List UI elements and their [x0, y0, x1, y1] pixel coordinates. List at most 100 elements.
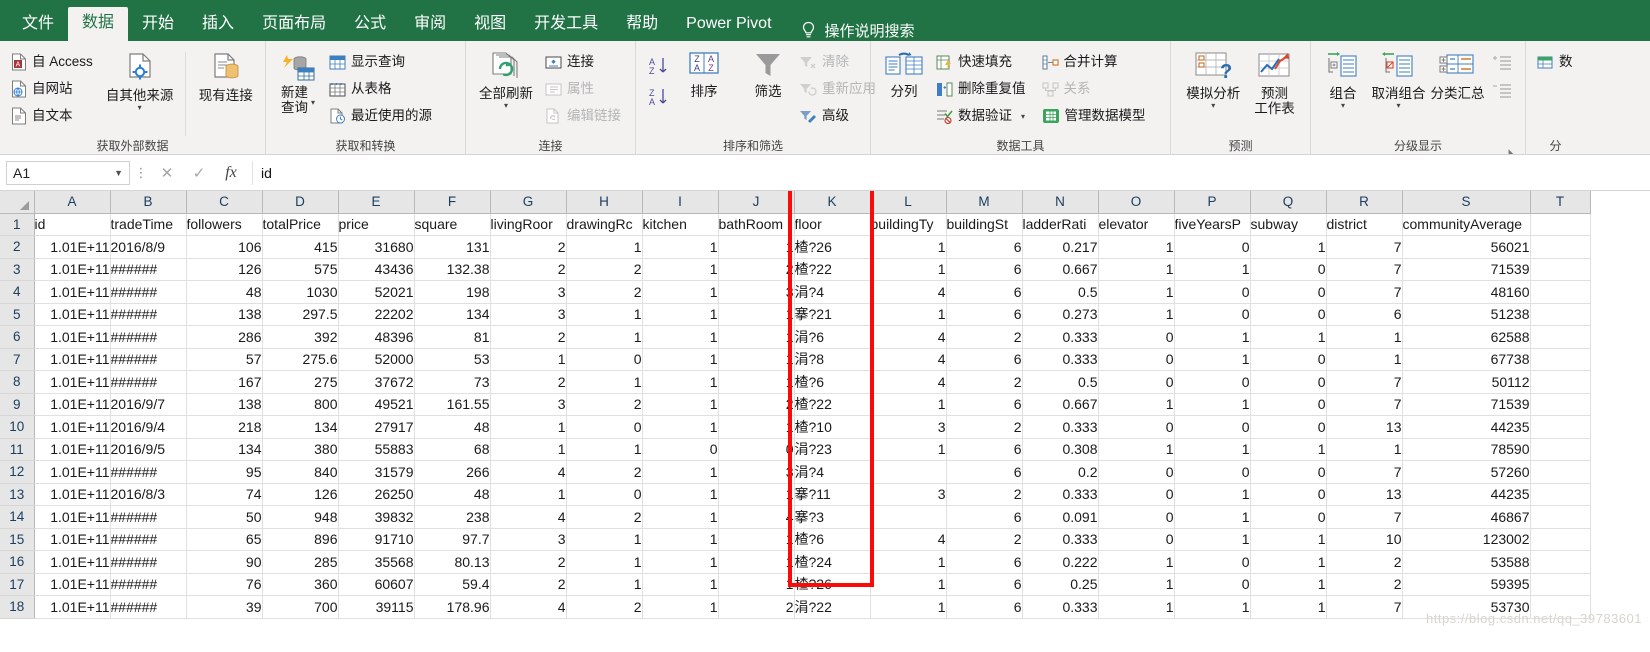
cell-F13[interactable]: 48 — [414, 483, 491, 506]
cell-J17[interactable]: 1 — [718, 573, 795, 596]
cell-K4[interactable]: 涓?4 — [794, 280, 871, 304]
cell-S11[interactable]: 78590 — [1402, 438, 1531, 461]
cell-K10[interactable]: 楂?10 — [794, 415, 871, 439]
cell-H12[interactable]: 2 — [566, 460, 643, 484]
cell-I17[interactable]: 1 — [642, 573, 719, 596]
cell-M11[interactable]: 6 — [946, 438, 1023, 461]
cell-N5[interactable]: 0.273 — [1022, 303, 1099, 326]
cell-D12[interactable]: 840 — [262, 460, 339, 484]
cell-C14[interactable]: 50 — [186, 505, 263, 529]
clear-filter-button[interactable]: 清除 — [796, 50, 879, 74]
cell-A9[interactable]: 1.01E+11 — [34, 393, 111, 416]
properties-button[interactable]: 属性 — [542, 77, 624, 101]
cell-D4[interactable]: 1030 — [262, 280, 339, 304]
cell-K3[interactable]: 楂?22 — [794, 258, 871, 281]
ungroup-button[interactable]: 取消组合 ▾ — [1369, 48, 1428, 110]
cell-B13[interactable]: 2016/8/3 — [110, 483, 187, 506]
flash-fill-button[interactable]: 快速填充 — [933, 50, 1029, 74]
cell-S16[interactable]: 53588 — [1402, 550, 1531, 574]
cell-K13[interactable]: 搴?11 — [794, 483, 871, 506]
cell-R18[interactable]: 7 — [1326, 595, 1403, 619]
cell-Q17[interactable]: 1 — [1250, 573, 1327, 596]
cell-F6[interactable]: 81 — [414, 325, 491, 349]
select-all-corner[interactable] — [0, 191, 35, 214]
cell-M1[interactable]: buildingSt — [946, 213, 1023, 236]
cell-L6[interactable]: 4 — [870, 325, 947, 349]
cell-L17[interactable]: 1 — [870, 573, 947, 596]
cell-T17[interactable] — [1530, 573, 1591, 596]
cell-J12[interactable]: 3 — [718, 460, 795, 484]
cell-L2[interactable]: 1 — [870, 235, 947, 259]
cell-G12[interactable]: 4 — [490, 460, 567, 484]
cell-E6[interactable]: 48396 — [338, 325, 415, 349]
edit-links-button[interactable]: 编辑链接 — [542, 104, 624, 128]
cell-Q10[interactable]: 0 — [1250, 415, 1327, 439]
cell-F2[interactable]: 131 — [414, 235, 491, 259]
column-header-L[interactable]: L — [870, 191, 947, 214]
cell-E14[interactable]: 39832 — [338, 505, 415, 529]
cell-Q3[interactable]: 0 — [1250, 258, 1327, 281]
cell-B17[interactable]: ###### — [110, 573, 187, 596]
sort-dialog-button[interactable]: Z A A Z 排序 — [678, 48, 730, 99]
cell-N14[interactable]: 0.091 — [1022, 505, 1099, 529]
cell-Q6[interactable]: 1 — [1250, 325, 1327, 349]
cell-C7[interactable]: 57 — [186, 348, 263, 371]
cell-E16[interactable]: 35568 — [338, 550, 415, 574]
cell-O10[interactable]: 0 — [1098, 415, 1175, 439]
cell-G1[interactable]: livingRoor — [490, 213, 567, 236]
cell-I13[interactable]: 1 — [642, 483, 719, 506]
cell-A16[interactable]: 1.01E+11 — [34, 550, 111, 574]
chevron-down-icon[interactable]: ▾ — [1211, 102, 1215, 110]
ribbon-tab-3[interactable]: 插入 — [188, 8, 248, 41]
column-header-B[interactable]: B — [110, 191, 187, 214]
row-header-9[interactable]: 9 — [0, 393, 35, 416]
row-header-4[interactable]: 4 — [0, 280, 35, 304]
cell-H7[interactable]: 0 — [566, 348, 643, 371]
cell-F3[interactable]: 132.38 — [414, 258, 491, 281]
cell-M7[interactable]: 6 — [946, 348, 1023, 371]
cell-N10[interactable]: 0.333 — [1022, 415, 1099, 439]
cell-N9[interactable]: 0.667 — [1022, 393, 1099, 416]
chevron-down-icon[interactable]: ▾ — [311, 98, 315, 107]
formula-bar-grip[interactable]: ⋮ — [130, 165, 152, 181]
cell-F4[interactable]: 198 — [414, 280, 491, 304]
cell-H16[interactable]: 1 — [566, 550, 643, 574]
cell-D7[interactable]: 275.6 — [262, 348, 339, 371]
chevron-down-icon[interactable]: ▾ — [1341, 102, 1345, 110]
cell-G2[interactable]: 2 — [490, 235, 567, 259]
cell-P14[interactable]: 1 — [1174, 505, 1251, 529]
cell-O12[interactable]: 0 — [1098, 460, 1175, 484]
cell-A5[interactable]: 1.01E+11 — [34, 303, 111, 326]
cell-C4[interactable]: 48 — [186, 280, 263, 304]
column-header-F[interactable]: F — [414, 191, 491, 214]
cell-Q16[interactable]: 1 — [1250, 550, 1327, 574]
cell-J1[interactable]: bathRoom — [718, 213, 795, 236]
cell-H5[interactable]: 1 — [566, 303, 643, 326]
cell-G8[interactable]: 2 — [490, 370, 567, 394]
function-icon[interactable]: fx — [216, 161, 246, 185]
cell-G17[interactable]: 2 — [490, 573, 567, 596]
ribbon-tab-5[interactable]: 公式 — [340, 8, 400, 41]
cell-O18[interactable]: 1 — [1098, 595, 1175, 619]
cell-F8[interactable]: 73 — [414, 370, 491, 394]
cell-A4[interactable]: 1.01E+11 — [34, 280, 111, 304]
relationships-button[interactable]: 关系 — [1039, 77, 1149, 101]
cell-D6[interactable]: 392 — [262, 325, 339, 349]
cell-P6[interactable]: 1 — [1174, 325, 1251, 349]
cell-F11[interactable]: 68 — [414, 438, 491, 461]
cell-L16[interactable]: 1 — [870, 550, 947, 574]
cell-C13[interactable]: 74 — [186, 483, 263, 506]
column-header-S[interactable]: S — [1402, 191, 1531, 214]
cell-B16[interactable]: ###### — [110, 550, 187, 574]
chevron-down-icon[interactable]: ▾ — [138, 104, 142, 112]
row-header-11[interactable]: 11 — [0, 438, 35, 461]
cell-A14[interactable]: 1.01E+11 — [34, 505, 111, 529]
cell-P5[interactable]: 0 — [1174, 303, 1251, 326]
row-header-18[interactable]: 18 — [0, 595, 35, 619]
cell-Q1[interactable]: subway — [1250, 213, 1327, 236]
row-header-8[interactable]: 8 — [0, 370, 35, 394]
cell-M5[interactable]: 6 — [946, 303, 1023, 326]
cell-F9[interactable]: 161.55 — [414, 393, 491, 416]
cell-N12[interactable]: 0.2 — [1022, 460, 1099, 484]
cell-G3[interactable]: 2 — [490, 258, 567, 281]
